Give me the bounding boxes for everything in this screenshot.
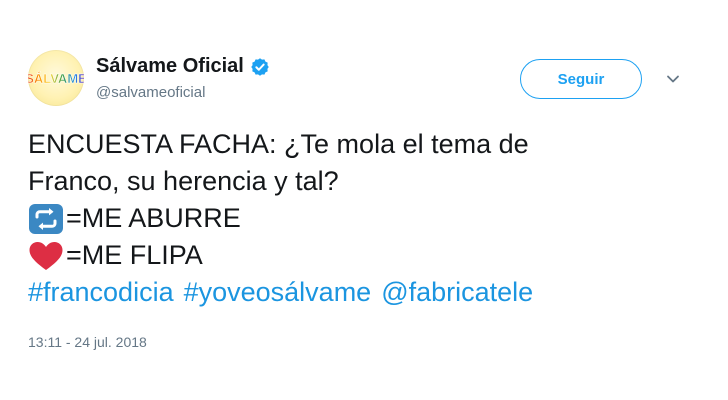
display-name-text[interactable]: Sálvame Oficial [96, 55, 244, 78]
poll-option-retweet-label: =ME ABURRE [66, 203, 241, 233]
avatar[interactable]: SÁLVAME [28, 50, 84, 106]
poll-option-like: =ME FLIPA [28, 237, 708, 274]
red-heart-emoji-icon [29, 241, 63, 270]
hashtag-link[interactable]: #francodicia [28, 274, 174, 311]
screen-name[interactable]: @salvameoficial [96, 84, 205, 101]
poll-option-like-label: =ME FLIPA [66, 240, 203, 270]
mention-link[interactable]: @fabricatele [381, 274, 533, 311]
hashtag-link[interactable]: #yoveosálvame [184, 274, 372, 311]
tweet-line: ENCUESTA FACHA: ¿Te mola el tema de [28, 129, 529, 159]
repeat-emoji-icon [29, 203, 63, 234]
tweet-card: SÁLVAME Sálvame Oficial @salvameoficial … [0, 0, 728, 400]
timestamp[interactable]: 13:11 - 24 jul. 2018 [28, 334, 147, 350]
tweet-text: ENCUESTA FACHA: ¿Te mola el tema de Fran… [28, 126, 708, 311]
display-name[interactable]: Sálvame Oficial [96, 55, 270, 78]
follow-button[interactable]: Seguir [520, 59, 642, 99]
chevron-down-icon[interactable] [664, 70, 682, 88]
poll-option-retweet: =ME ABURRE [28, 200, 708, 237]
tweet-line: Franco, su herencia y tal? [28, 166, 339, 196]
salvame-logo: SÁLVAME [28, 71, 84, 86]
svg-text:SÁLVAME: SÁLVAME [28, 71, 84, 86]
hashtag-line: #francodicia #yoveosálvame @fabricatele [28, 274, 708, 311]
verified-badge-icon [251, 57, 269, 76]
